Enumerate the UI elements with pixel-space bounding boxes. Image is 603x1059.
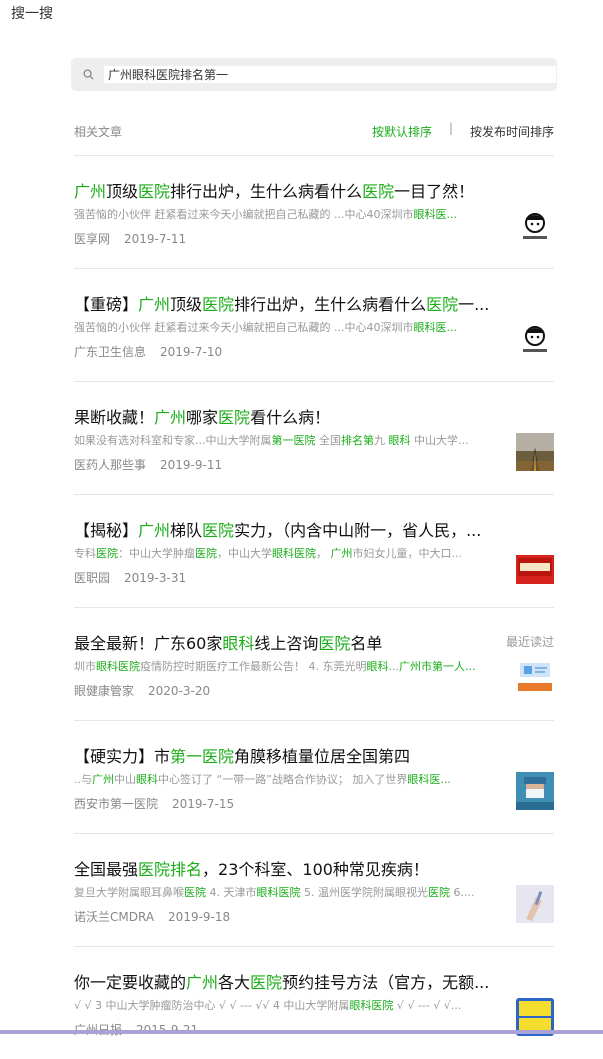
result-source[interactable]: 广东卫生信息 [74,345,146,359]
result-thumbnail[interactable] [516,207,554,245]
result-thumbnail[interactable] [516,546,554,584]
result-item[interactable]: 最全最新！广东60家眼科线上咨询医院名单圳市眼科医院疫情防控时期医疗工作最新公告… [74,607,554,720]
result-date: 2019-7-11 [124,232,187,246]
sort-default-button[interactable]: 按默认排序 [372,123,432,140]
result-item[interactable]: 【硬实力】市第一医院角膜移植量位居全国第四 ..与广州中山眼科中心签订了 “一带一… [74,720,554,833]
result-meta: 医药人那些事 2019-9-11 [74,456,222,473]
result-thumbnail[interactable] [516,320,554,358]
result-snippet: √ √ 3 中山大学肿瘤防治中心 √ √ --- √√ 4 中山大学附属眼科医院… [74,999,462,1012]
top-bar: 搜一搜 — [0,0,603,30]
result-title[interactable]: 全国最强医院排名，23个科室、100种常见疾病！ [74,856,504,880]
result-meta: 医职园 2019-3-31 [74,569,186,586]
result-snippet: 圳市眼科医院疫情防控时期医疗工作最新公告！ 4. 东莞光明眼科...广州市第一人… [74,660,476,673]
result-item[interactable]: 果断收藏！广州哪家医院看什么病！ 如果没有选对科室和专家...中山大学附属第一医院… [74,381,554,494]
search-bar[interactable] [71,58,557,91]
sort-by-time-button[interactable]: 按发布时间排序 [470,123,554,140]
result-item[interactable]: 【揭秘】广州梯队医院实力，（内含中山附一，省人民，... 专科医院：中山大学肿瘤医… [74,494,554,607]
search-input[interactable] [104,66,556,83]
result-date: 2019-7-15 [172,797,235,811]
result-source[interactable]: 医药人那些事 [74,458,146,472]
result-meta: 医享网 2019-7-11 [74,230,186,247]
bottom-edge [0,1030,603,1034]
result-date: 2019-7-10 [160,345,223,359]
result-title[interactable]: 果断收藏！广州哪家医院看什么病！ [74,404,504,428]
result-date: 2019-3-31 [124,571,187,585]
result-source[interactable]: 医享网 [74,232,110,246]
result-date: 2020-3-20 [148,684,211,698]
result-meta: 诺沃兰CMDRA 2019-9-18 [74,908,230,925]
result-title[interactable]: 最全最新！广东60家眼科线上咨询医院名单 [74,630,504,654]
result-source[interactable]: 诺沃兰CMDRA [74,910,154,924]
result-meta: 广东卫生信息 2019-7-10 [74,343,222,360]
result-item[interactable]: 广州顶级医院排行出炉，生什么病看什么医院一目了然！ 强苦恼的小伙伴 赶紧看过来今天… [74,155,554,268]
result-date: 2019-9-18 [168,910,231,924]
section-label: 相关文章 [74,125,123,139]
result-thumbnail[interactable] [516,659,554,697]
result-item[interactable]: 你一定要收藏的广州各大医院预约挂号方法（官方，无额... √ √ 3 中山大学肿瘤… [74,946,554,1059]
result-snippet: 强苦恼的小伙伴 赶紧看过来今天小编就把自己私藏的 ...中心40深圳市眼科医..… [74,321,457,334]
result-title[interactable]: 【重磅】广州顶级医院排行出炉，生什么病看什么医院一... [74,291,504,315]
result-source[interactable]: 医职园 [74,571,110,585]
result-snippet: 强苦恼的小伙伴 赶紧看过来今天小编就把自己私藏的 ...中心40深圳市眼科医..… [74,208,457,221]
result-item[interactable]: 【重磅】广州顶级医院排行出炉，生什么病看什么医院一... 强苦恼的小伙伴 赶紧看过… [74,268,554,381]
result-source[interactable]: 西安市第一医院 [74,797,158,811]
result-title[interactable]: 【揭秘】广州梯队医院实力，（内含中山附一，省人民，... [74,517,504,541]
window-control-icon[interactable]: — [579,0,589,5]
result-thumbnail[interactable] [516,772,554,810]
sort-separator: | [449,121,454,135]
result-snippet: 复旦大学附属眼耳鼻喉医院 4. 天津市眼科医院 5. 温州医学院附属眼视光医院 … [74,886,475,899]
result-item[interactable]: 全国最强医院排名，23个科室、100种常见疾病！ 复旦大学附属眼耳鼻喉医院 4. … [74,833,554,946]
result-thumbnail[interactable] [516,885,554,923]
result-title[interactable]: 广州顶级医院排行出炉，生什么病看什么医院一目了然！ [74,178,504,202]
search-icon [83,69,94,80]
result-meta: 眼健康管家 2020-3-20 [74,682,210,699]
result-source[interactable]: 眼健康管家 [74,684,134,698]
result-thumbnail[interactable] [516,433,554,471]
result-snippet: 专科医院：中山大学肿瘤医院，中山大学眼科医院， 广州市妇女儿童，中大口... [74,547,462,560]
result-title[interactable]: 你一定要收藏的广州各大医院预约挂号方法（官方，无额... [74,969,504,993]
result-meta: 西安市第一医院 2019-7-15 [74,795,234,812]
result-snippet: ..与广州中山眼科中心签订了 “一带一路”战略合作协议； 加入了世界眼科医... [74,773,451,786]
app-title: 搜一搜 [11,6,53,22]
result-title[interactable]: 【硬实力】市第一医院角膜移植量位居全国第四 [74,743,504,767]
recently-read-badge: 最近读过 [505,635,554,649]
result-snippet: 如果没有选对科室和专家...中山大学附属第一医院 全国排名第九 眼科 中山大学.… [74,434,469,447]
result-date: 2019-9-11 [160,458,223,472]
